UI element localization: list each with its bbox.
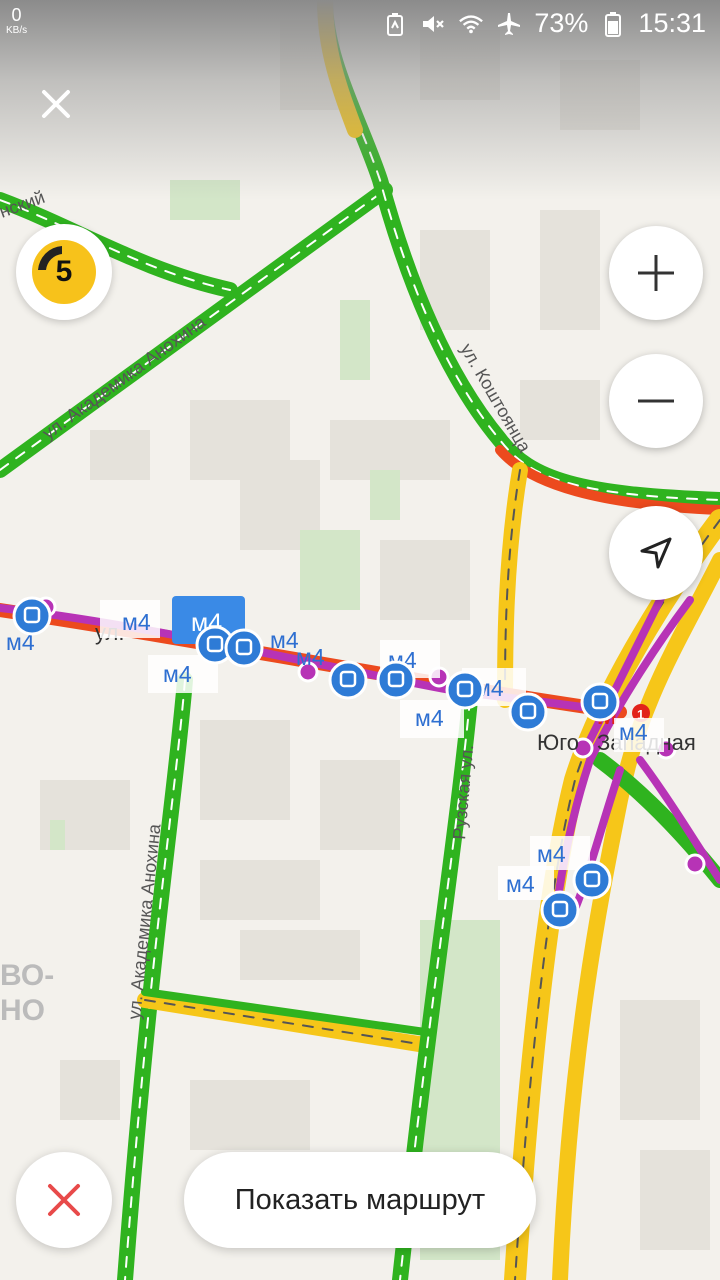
close-icon: [48, 1184, 80, 1216]
traffic-arc-icon: [38, 246, 62, 270]
network-speed: 0 KB/s: [6, 6, 27, 36]
metro-station-label-1: Юго: [537, 730, 579, 755]
zoom-in-button[interactable]: [609, 226, 703, 320]
show-route-label: Показать маршрут: [234, 1183, 486, 1216]
wifi-icon: [458, 11, 484, 37]
route-label-9: м4: [619, 719, 648, 745]
battery-percent: 73%: [534, 8, 589, 38]
show-route-button[interactable]: Показать маршрут: [184, 1152, 536, 1248]
route-label-11: м4: [506, 871, 535, 897]
location-arrow-icon: [640, 537, 672, 569]
route-label-3: м4: [163, 661, 192, 687]
district-label-1: ВО-: [0, 959, 54, 992]
route-label-2: м4: [122, 609, 151, 635]
route-label-10: м4: [537, 841, 566, 867]
status-bar: 0 KB/s 73% 15:31: [0, 0, 720, 48]
district-label-2: НО: [0, 994, 45, 1027]
close-icon: [42, 90, 70, 118]
battery-icon: [600, 11, 626, 37]
route-label-5: м4: [296, 644, 325, 670]
airplane-icon: [496, 11, 522, 37]
street-label-ruzskaya: Рузская ул.: [449, 744, 477, 841]
route-label-4: м4: [270, 627, 299, 653]
route-label-7: м4: [415, 705, 444, 731]
cancel-route-button[interactable]: [16, 1152, 112, 1248]
traffic-level-button[interactable]: 5: [16, 224, 112, 320]
locate-button[interactable]: [609, 506, 703, 600]
network-speed-unit: KB/s: [6, 25, 28, 36]
close-button[interactable]: [36, 84, 76, 124]
minus-icon: [638, 399, 674, 403]
street-label-anokhina-top: ул. Академика Анохина: [39, 311, 210, 443]
plus-icon: [638, 255, 674, 291]
network-speed-value: 0: [11, 5, 22, 25]
mute-icon: [420, 11, 446, 37]
clock-time: 15:31: [638, 8, 706, 38]
battery-saver-icon: [382, 11, 408, 37]
zoom-out-button[interactable]: [609, 354, 703, 448]
